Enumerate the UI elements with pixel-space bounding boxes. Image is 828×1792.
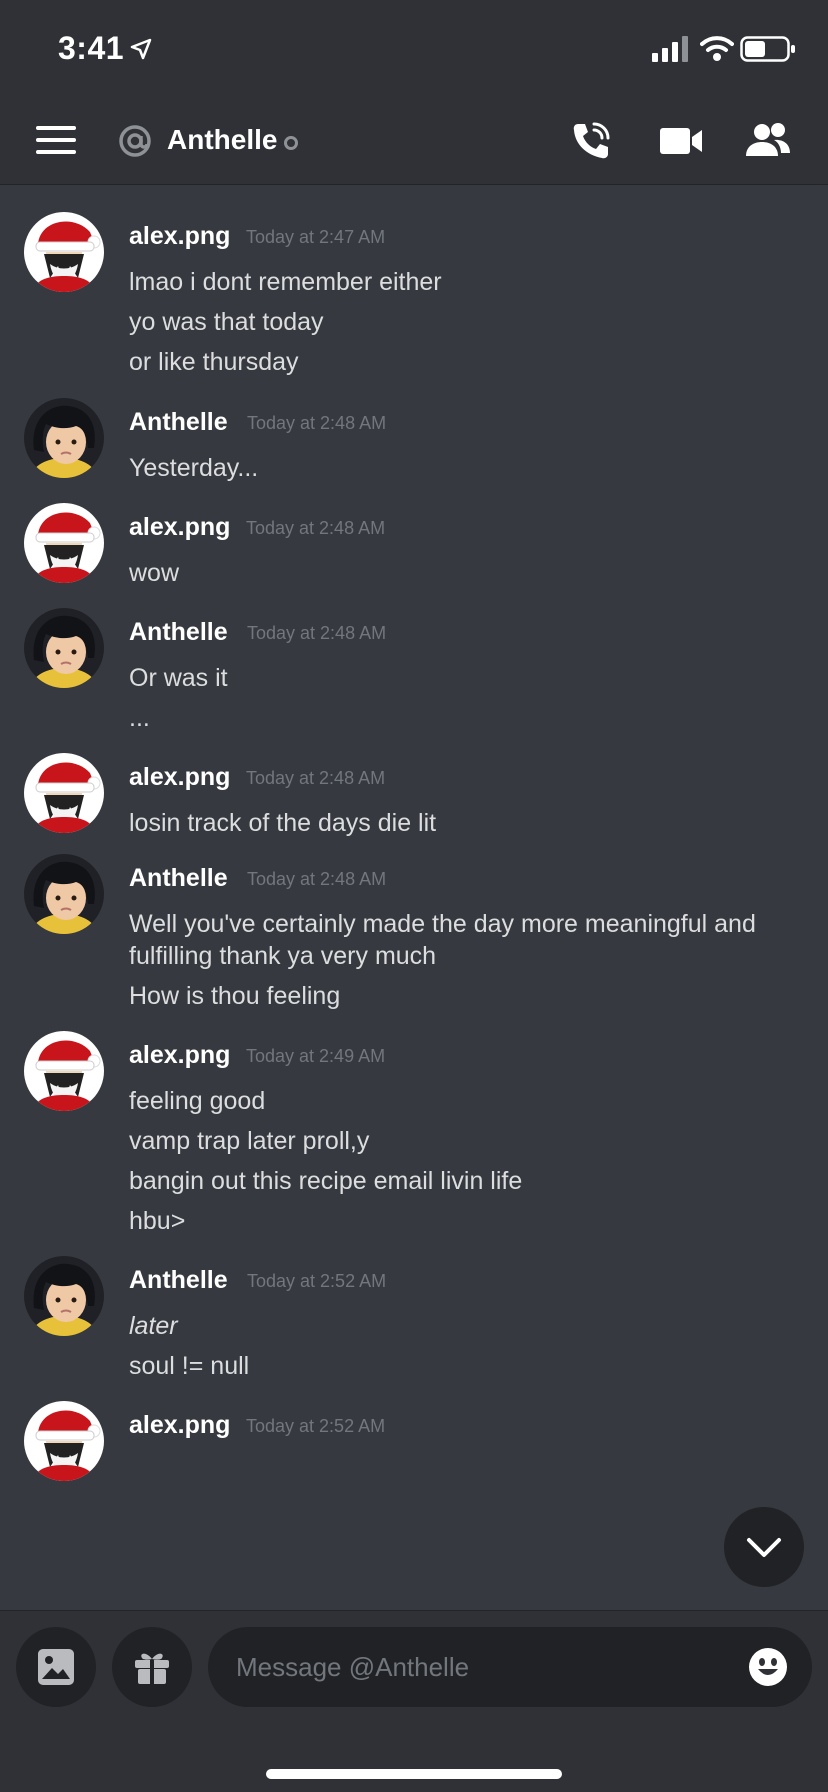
menu-icon[interactable] — [36, 126, 76, 156]
gift-icon — [135, 1653, 169, 1684]
message-timestamp: Today at 2:52 AM — [247, 1271, 387, 1291]
message-text[interactable]: vamp trap later proll,y — [129, 1123, 809, 1159]
avatar[interactable] — [24, 1401, 104, 1481]
message-text[interactable]: or like thursday — [129, 344, 809, 380]
message-author[interactable]: alex.png — [129, 763, 230, 792]
signal-icon — [652, 36, 688, 62]
at-icon — [119, 125, 151, 157]
message-timestamp: Today at 2:47 AM — [246, 227, 386, 247]
message-text[interactable]: wow — [129, 555, 809, 591]
image-icon — [38, 1649, 74, 1685]
members-icon[interactable] — [744, 120, 792, 162]
message-text[interactable]: bangin out this recipe email livin life — [129, 1163, 809, 1199]
image-upload-button[interactable] — [16, 1627, 96, 1707]
scroll-to-bottom-button[interactable] — [724, 1507, 804, 1587]
message-timestamp: Today at 2:48 AM — [247, 869, 387, 889]
message-text[interactable]: Or was it — [129, 660, 809, 696]
message-author[interactable]: Anthelle — [129, 1266, 228, 1295]
avatar[interactable] — [24, 398, 104, 478]
top-bar: 3:41 Anthelle — [0, 0, 828, 185]
message-author[interactable]: alex.png — [129, 513, 230, 542]
status-indicator — [284, 136, 298, 150]
message-text[interactable]: lmao i dont remember either — [129, 264, 809, 300]
message-text[interactable]: later — [129, 1308, 809, 1344]
message-text[interactable]: Yesterday... — [129, 450, 809, 486]
message-list[interactable]: alex.png Today at 2:47 AM lmao i dont reme… — [0, 186, 828, 1610]
video-icon[interactable] — [658, 120, 704, 162]
channel-name[interactable]: Anthelle — [167, 124, 277, 156]
message-text[interactable]: yo was that today — [129, 304, 809, 340]
message-text[interactable]: fulfilling thank ya very much — [129, 938, 809, 974]
wifi-icon — [700, 36, 734, 61]
message-text[interactable]: losin track of the days die lit — [129, 805, 809, 841]
status-time: 3:41 — [58, 30, 125, 66]
message-author[interactable]: Anthelle — [129, 618, 228, 647]
avatar[interactable] — [24, 1256, 104, 1336]
message-author[interactable]: alex.png — [129, 1041, 230, 1070]
home-indicator — [266, 1769, 562, 1779]
chevron-down-icon — [747, 1538, 781, 1557]
message-timestamp: Today at 2:48 AM — [247, 623, 387, 643]
composer — [0, 1610, 828, 1792]
message-timestamp: Today at 2:48 AM — [246, 518, 386, 538]
avatar[interactable] — [24, 503, 104, 583]
avatar[interactable] — [24, 854, 104, 934]
battery-icon — [740, 36, 795, 62]
message-timestamp: Today at 2:52 AM — [246, 1416, 386, 1436]
avatar[interactable] — [24, 1031, 104, 1111]
message-text[interactable]: ... — [129, 700, 809, 736]
message-text[interactable]: soul != null — [129, 1348, 809, 1384]
message-author[interactable]: alex.png — [129, 222, 230, 251]
message-text[interactable]: hbu> — [129, 1203, 809, 1239]
location-arrow-icon — [130, 38, 152, 60]
avatar[interactable] — [24, 212, 104, 292]
message-input[interactable] — [208, 1627, 812, 1707]
call-icon[interactable] — [570, 120, 612, 162]
message-text[interactable]: Well you've certainly made the day more … — [129, 906, 809, 942]
avatar[interactable] — [24, 753, 104, 833]
message-author[interactable]: alex.png — [129, 1411, 230, 1440]
message-timestamp: Today at 2:48 AM — [246, 768, 386, 788]
avatar[interactable] — [24, 608, 104, 688]
emoji-icon[interactable] — [748, 1647, 788, 1687]
message-text[interactable]: feeling good — [129, 1083, 809, 1119]
gift-button[interactable] — [112, 1627, 192, 1707]
message-author[interactable]: Anthelle — [129, 408, 228, 437]
message-timestamp: Today at 2:48 AM — [247, 413, 387, 433]
message-text[interactable]: How is thou feeling — [129, 978, 809, 1014]
message-timestamp: Today at 2:49 AM — [246, 1046, 386, 1066]
message-author[interactable]: Anthelle — [129, 864, 228, 893]
